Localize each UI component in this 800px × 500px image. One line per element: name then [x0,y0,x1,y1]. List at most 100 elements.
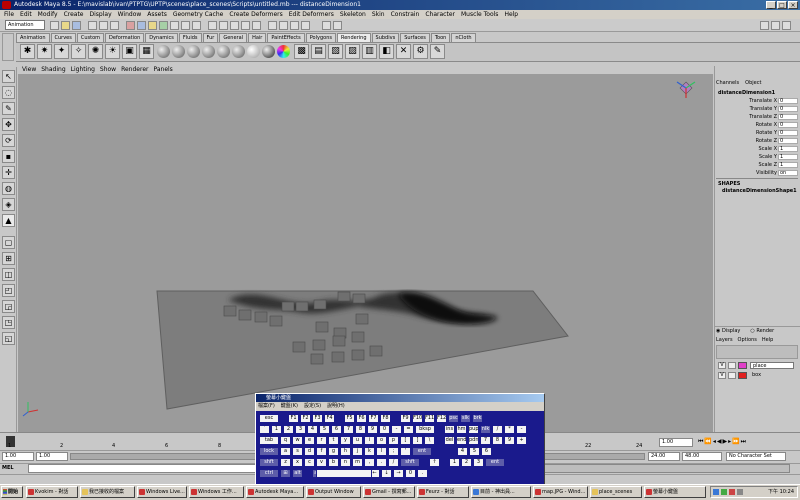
osk-key[interactable]: ⊞ [280,469,291,478]
layer-type-toggle[interactable] [728,372,736,379]
osk-key[interactable]: m [352,458,363,467]
panel-menu-shading[interactable]: Shading [41,66,65,74]
osk-key[interactable]: ↑ [429,458,440,467]
osk-key[interactable]: F11 [424,414,435,423]
osk-key[interactable]: esc [259,414,279,423]
menu-help[interactable]: Help [504,10,518,19]
render-current-frame-icon[interactable] [279,21,288,30]
taskbar-button[interactable]: 目前 - 神出員... [471,486,531,498]
osk-key[interactable]: s [292,447,303,456]
paint-canvas-icon[interactable]: ✎ [430,44,445,59]
menu-skeleton[interactable]: Skeleton [340,10,366,19]
layout-front-persp-icon[interactable]: ◱ [2,332,15,345]
paint-select-tool-icon[interactable]: ✎ [2,102,15,115]
osk-menu-settings[interactable]: 設定(S) [304,403,321,410]
attr-value[interactable]: 0 [778,138,798,144]
layout-hypershade-icon[interactable]: ◲ [2,300,15,313]
osk-key[interactable]: 6 [331,425,342,434]
osk-key[interactable]: 5 [319,425,330,434]
attr-value[interactable]: 1 [778,154,798,160]
scale-tool-icon[interactable]: ▪ [2,150,15,163]
channel-box-tab-object[interactable]: Object [745,80,761,86]
layer-mode-render[interactable]: ○ Render [750,328,774,334]
snap-curve-icon[interactable] [219,21,228,30]
universal-manipulator-icon[interactable]: ✛ [2,166,15,179]
shelf-menu-button[interactable] [2,33,14,61]
attr-row[interactable]: Visibility on [716,170,798,177]
osk-key[interactable]: 1 [271,425,282,434]
area-light-icon[interactable]: ✧ [71,44,86,59]
make-live-icon[interactable] [252,21,261,30]
surface-shader-icon[interactable] [247,45,260,58]
perspective-viewport[interactable] [18,74,713,432]
osk-spacebar[interactable] [316,469,372,478]
grid-texture-icon[interactable]: ▤ [311,44,326,59]
layer-visibility-toggle[interactable]: V [718,362,726,369]
osk-key[interactable]: end [456,436,467,445]
osk-key[interactable]: ` [259,425,270,434]
attr-row[interactable]: Translate Y0 [716,106,798,113]
lasso-tool-icon[interactable]: ◌ [2,86,15,99]
rename-field-icon[interactable] [333,21,342,30]
osk-key[interactable]: ↓ [381,469,392,478]
osk-key[interactable]: j [352,447,363,456]
osk-key[interactable]: ] [412,436,423,445]
attr-value[interactable]: 0 [778,98,798,104]
osk-key[interactable]: 4 [457,447,468,456]
attr-value[interactable]: 0 [778,114,798,120]
osk-key[interactable]: → [393,469,404,478]
layer-name[interactable]: box [750,372,794,379]
osk-key[interactable]: / [388,458,399,467]
attr-row[interactable]: Scale Z1 [716,162,798,169]
osk-key[interactable]: y [340,436,351,445]
layout-persp-graph-hypergraph-icon[interactable]: ◳ [2,316,15,329]
osk-key[interactable]: g [328,447,339,456]
directional-light-icon[interactable]: ✱ [20,44,35,59]
osk-key[interactable]: F5 [344,414,355,423]
taskbar-button[interactable]: place_scenes [590,486,642,498]
osk-key[interactable]: 3 [295,425,306,434]
taskbar-button[interactable]: map.JPG - Wind... [533,486,588,498]
attr-value[interactable]: 0 [778,130,798,136]
shelf-tab-rendering[interactable]: Rendering [336,33,371,42]
input-line-icon[interactable] [322,21,331,30]
osk-key[interactable]: t [328,436,339,445]
move-tool-icon[interactable]: ✥ [2,118,15,131]
attr-row[interactable]: Scale Y1 [716,154,798,161]
menu-file[interactable]: File [4,10,14,19]
osk-key[interactable]: [ [400,436,411,445]
shape-node-name[interactable]: distanceDimensionShape1 [722,188,797,194]
attr-row[interactable]: Translate X0 [716,98,798,105]
close-button[interactable]: × [788,1,798,9]
step-forward-key-icon[interactable]: ⏩ [732,438,739,446]
osk-key[interactable]: shft [259,458,279,467]
phong-material-icon[interactable] [187,45,200,58]
construction-history-icon[interactable] [268,21,277,30]
osk-key[interactable]: 7 [480,436,491,445]
menu-create[interactable]: Create [64,10,84,19]
osk-key[interactable]: F1 [288,414,299,423]
osk-key[interactable]: w [292,436,303,445]
menu-create-deformers[interactable]: Create Deformers [229,10,282,19]
mask-surfaces-icon[interactable] [159,21,168,30]
osk-key[interactable]: hm [456,425,467,434]
osk-key[interactable]: 5 [469,447,480,456]
osk-key[interactable]: brk [472,414,483,423]
go-to-start-icon[interactable]: ⏮ [698,438,703,446]
attr-row[interactable]: Rotate X0 [716,122,798,129]
messenger-icon[interactable] [721,489,727,495]
osk-key[interactable]: b [328,458,339,467]
panel-menu-renderer[interactable]: Renderer [121,66,148,74]
shelf-tab-subdivs[interactable]: Subdivs [371,33,400,42]
osk-key[interactable]: h [340,447,351,456]
step-back-frame-icon[interactable]: ◂ [713,438,716,446]
attr-row[interactable]: Rotate Y0 [716,130,798,137]
checker-texture-icon[interactable]: ▩ [294,44,309,59]
volume-light-icon[interactable]: ✺ [88,44,103,59]
osk-key[interactable]: ent [412,447,432,456]
layered-shader-icon[interactable] [232,45,245,58]
osk-key[interactable]: del [444,436,455,445]
shelf-tab-toon[interactable]: Toon [430,33,451,42]
osk-key[interactable]: . [376,458,387,467]
layer-mode-display[interactable]: ◉ Display [716,328,740,334]
